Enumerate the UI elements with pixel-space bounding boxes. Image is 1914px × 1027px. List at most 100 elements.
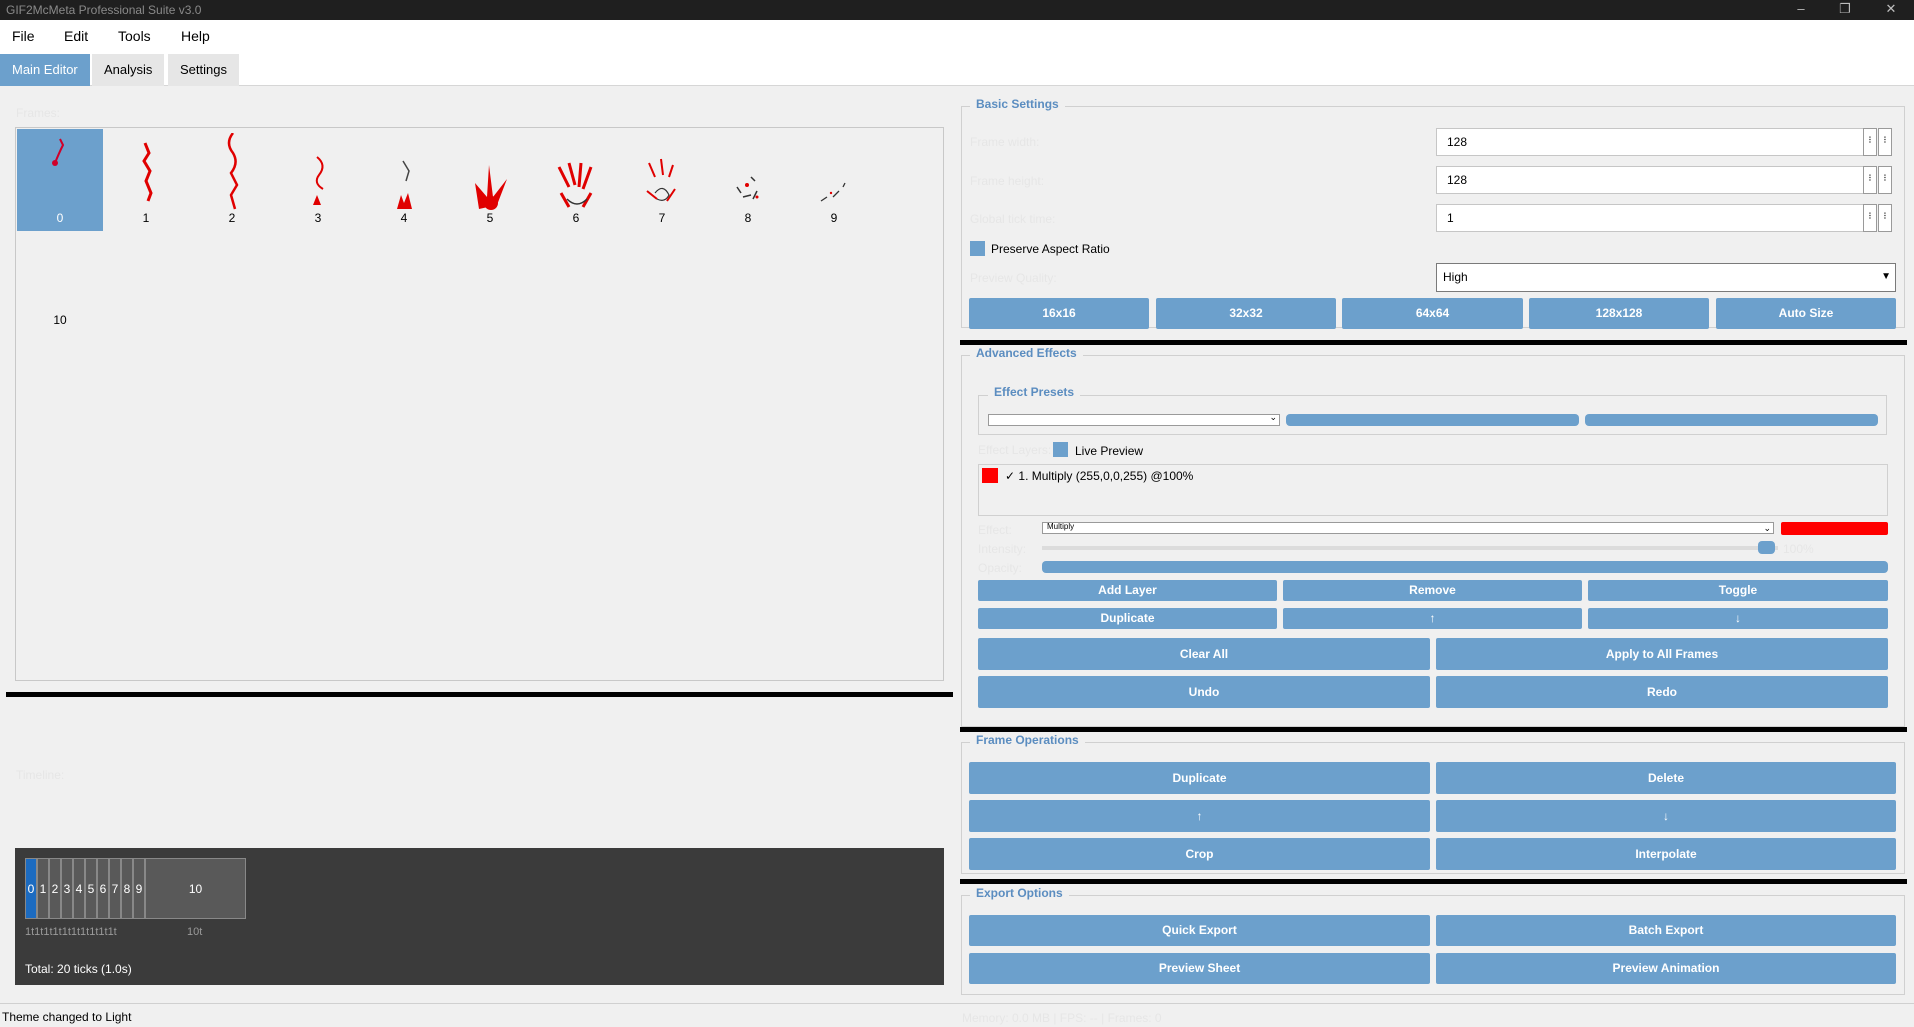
layer-item[interactable]: ✓ 1. Multiply (255,0,0,255) @100% <box>1005 469 1193 483</box>
minimize-button[interactable]: – <box>1778 0 1824 20</box>
timeline-cell-9[interactable]: 9 <box>133 858 145 919</box>
toggle-layer-button[interactable]: Toggle <box>1588 580 1888 601</box>
frame-height-spin-down[interactable]: ⁝ <box>1878 166 1892 194</box>
live-preview-checkbox[interactable] <box>1053 442 1068 457</box>
tab-analysis[interactable]: Analysis <box>92 54 165 86</box>
frame-number: 1 <box>142 211 150 225</box>
undo-button[interactable]: Undo <box>978 676 1430 708</box>
frames-panel: 0 1 2 3 4 5 6 7 8 9 10 <box>15 127 944 681</box>
frame-thumb-3[interactable]: 3 <box>275 129 361 231</box>
frame-width-spin-up[interactable]: ⁝ <box>1863 128 1877 156</box>
batch-export-button[interactable]: Batch Export <box>1436 915 1896 946</box>
frame-image-0 <box>52 138 65 166</box>
interpolate-button[interactable]: Interpolate <box>1436 838 1896 870</box>
splitter[interactable] <box>960 727 1907 732</box>
window-title: GIF2McMeta Professional Suite v3.0 <box>6 3 202 17</box>
opacity-label: Opacity: <box>978 561 1023 575</box>
frame-height-input[interactable]: 128 <box>1436 166 1872 194</box>
timeline-cell-8[interactable]: 8 <box>121 858 133 919</box>
effect-type-select[interactable]: Multiply ⌄ <box>1042 522 1774 534</box>
preview-quality-select[interactable]: High ▼ <box>1436 263 1896 292</box>
size-32-button[interactable]: 32x32 <box>1156 298 1336 329</box>
save-preset-button[interactable] <box>1585 414 1878 426</box>
menu-tools[interactable]: Tools <box>118 20 151 52</box>
frame-height-spin-up[interactable]: ⁝ <box>1863 166 1877 194</box>
splitter[interactable] <box>6 692 953 697</box>
timeline-cell-7[interactable]: 7 <box>109 858 121 919</box>
timeline-last-tick: 10t <box>187 926 203 938</box>
size-128-button[interactable]: 128x128 <box>1529 298 1709 329</box>
frame-thumb-9[interactable]: 9 <box>791 129 877 231</box>
timeline-cell-1[interactable]: 1 <box>37 858 49 919</box>
frame-thumb-10[interactable]: 10 <box>17 231 103 333</box>
maximize-button[interactable]: ❐ <box>1822 0 1868 20</box>
duplicate-layer-button[interactable]: Duplicate <box>978 608 1277 629</box>
frame-thumb-5[interactable]: 5 <box>447 129 533 231</box>
frame-image-3 <box>313 156 324 205</box>
frame-delete-button[interactable]: Delete <box>1436 762 1896 794</box>
splitter[interactable] <box>960 340 1907 345</box>
tab-main-editor[interactable]: Main Editor <box>0 54 90 86</box>
frame-number: 2 <box>228 211 236 225</box>
tab-settings[interactable]: Settings <box>168 54 239 86</box>
redo-button[interactable]: Redo <box>1436 676 1888 708</box>
timeline-cell-4[interactable]: 4 <box>73 858 85 919</box>
menu-file[interactable]: File <box>12 20 35 52</box>
apply-all-frames-button[interactable]: Apply to All Frames <box>1436 638 1888 670</box>
quick-export-button[interactable]: Quick Export <box>969 915 1430 946</box>
layer-color-swatch <box>982 468 998 483</box>
global-ticks-spin-up[interactable]: ⁝ <box>1863 204 1877 232</box>
timeline-cell-3[interactable]: 3 <box>61 858 73 919</box>
frame-duplicate-button[interactable]: Duplicate <box>969 762 1430 794</box>
timeline-total: Total: 20 ticks (1.0s) <box>25 962 132 976</box>
timeline-cell-5[interactable]: 5 <box>85 858 97 919</box>
move-layer-up-button[interactable]: ↑ <box>1283 608 1582 629</box>
frame-width-spin-down[interactable]: ⁝ <box>1878 128 1892 156</box>
preview-animation-button[interactable]: Preview Animation <box>1436 953 1896 984</box>
frame-thumb-7[interactable]: 7 <box>619 129 705 231</box>
preserve-aspect-checkbox[interactable] <box>970 241 985 256</box>
intensity-value: 100% <box>1783 542 1814 556</box>
add-layer-button[interactable]: Add Layer <box>978 580 1277 601</box>
frames-label: Frames: <box>16 106 61 120</box>
effect-layer-list[interactable]: ✓ 1. Multiply (255,0,0,255) @100% <box>978 464 1888 516</box>
preserve-aspect-label: Preserve Aspect Ratio <box>991 242 1110 256</box>
frame-thumb-8[interactable]: 8 <box>705 129 791 231</box>
crop-button[interactable]: Crop <box>969 838 1430 870</box>
load-preset-button[interactable] <box>1286 414 1579 426</box>
frame-thumb-0[interactable]: 0 <box>17 129 103 231</box>
frame-thumb-6[interactable]: 6 <box>533 129 619 231</box>
intensity-slider-handle[interactable] <box>1758 541 1775 554</box>
frame-move-up-button[interactable]: ↑ <box>969 800 1430 832</box>
timeline-cell-10[interactable]: 10 <box>145 858 246 919</box>
intensity-slider-track[interactable] <box>1042 546 1778 550</box>
frame-width-input[interactable]: 128 <box>1436 128 1872 156</box>
size-64-button[interactable]: 64x64 <box>1342 298 1523 329</box>
menu-edit[interactable]: Edit <box>64 20 88 52</box>
effect-preset-select[interactable]: ⌄ <box>988 412 1280 426</box>
remove-layer-button[interactable]: Remove <box>1283 580 1582 601</box>
move-layer-down-button[interactable]: ↓ <box>1588 608 1888 629</box>
frame-number: 4 <box>400 211 408 225</box>
frame-thumb-2[interactable]: 2 <box>189 129 275 231</box>
effect-presets-title: Effect Presets <box>988 385 1081 399</box>
menu-help[interactable]: Help <box>181 20 210 52</box>
splitter[interactable] <box>960 879 1907 884</box>
auto-size-button[interactable]: Auto Size <box>1716 298 1896 329</box>
global-ticks-input[interactable]: 1 <box>1436 204 1872 232</box>
frame-thumb-1[interactable]: 1 <box>103 129 189 231</box>
global-ticks-spin-down[interactable]: ⁝ <box>1878 204 1892 232</box>
timeline-cell-2[interactable]: 2 <box>49 858 61 919</box>
effect-color-button[interactable] <box>1781 522 1888 535</box>
close-button[interactable]: ✕ <box>1868 0 1914 20</box>
size-16-button[interactable]: 16x16 <box>969 298 1149 329</box>
opacity-slider[interactable] <box>1042 561 1888 573</box>
timeline-cell-6[interactable]: 6 <box>97 858 109 919</box>
frame-move-down-button[interactable]: ↓ <box>1436 800 1896 832</box>
timeline-cell-0[interactable]: 0 <box>25 858 37 919</box>
preview-sheet-button[interactable]: Preview Sheet <box>969 953 1430 984</box>
clear-all-button[interactable]: Clear All <box>978 638 1430 670</box>
frame-image-9 <box>820 182 846 202</box>
frame-thumb-4[interactable]: 4 <box>361 129 447 231</box>
chevron-down-icon: ▼ <box>1881 271 1891 282</box>
